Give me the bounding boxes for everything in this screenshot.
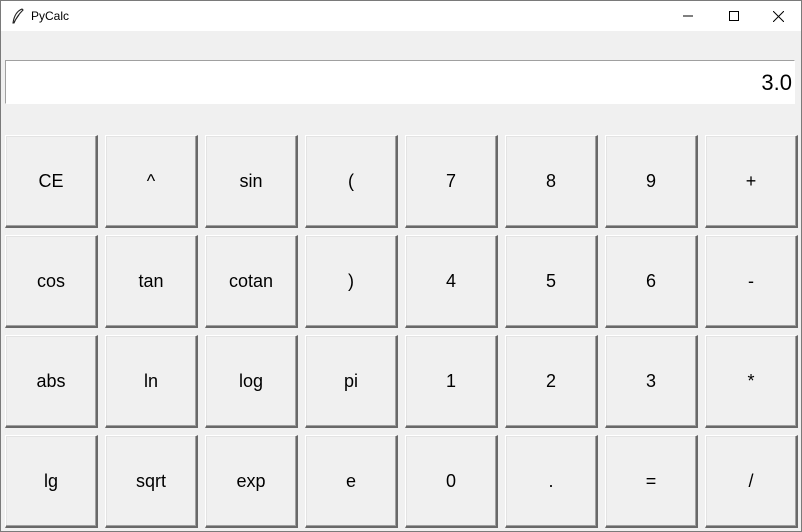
key-multiply-button[interactable]: * [705, 335, 798, 428]
feather-icon [12, 8, 24, 24]
key-close-paren-button[interactable]: ) [305, 235, 398, 328]
key-sqrt-button[interactable]: sqrt [105, 435, 198, 528]
key-plus-button[interactable]: + [705, 135, 798, 228]
key-6-button[interactable]: 6 [605, 235, 698, 328]
calculator-window: PyCalc 3.0 CE ^ sin(7 8 9 + cos tan cotan) 4 5 6- ab… [0, 0, 802, 532]
keypad: CE ^ sin(7 8 9 + cos tan cotan) 4 5 6- abs ln log pi 1 2 3… [5, 135, 801, 529]
close-icon [772, 10, 784, 22]
key-2-button[interactable]: 2 [505, 335, 598, 428]
key-minus-button[interactable]: - [705, 235, 798, 328]
key-equals-button[interactable]: = [605, 435, 698, 528]
display-value: 3.0 [761, 70, 792, 95]
key-1-button[interactable]: 1 [405, 335, 498, 428]
key-cos-button[interactable]: cos [5, 235, 98, 328]
key-exp-button[interactable]: exp [205, 435, 298, 528]
key-abs-button[interactable]: abs [5, 335, 98, 428]
key-e-button[interactable]: e [305, 435, 398, 528]
key-power-button[interactable]: ^ [105, 135, 198, 228]
key-log-button[interactable]: log [205, 335, 298, 428]
title-bar[interactable]: PyCalc [1, 1, 801, 31]
key-divide-button[interactable]: / [705, 435, 798, 528]
key-3-button[interactable]: 3 [605, 335, 698, 428]
key-tan-button[interactable]: tan [105, 235, 198, 328]
key-lg-button[interactable]: lg [5, 435, 98, 528]
key-pi-button[interactable]: pi [305, 335, 398, 428]
minimize-icon [683, 15, 693, 17]
close-button[interactable] [755, 1, 801, 31]
key-decimal-point-button[interactable]: . [505, 435, 598, 528]
maximize-icon [729, 11, 739, 21]
key-ln-button[interactable]: ln [105, 335, 198, 428]
window-title: PyCalc [31, 9, 70, 23]
key-5-button[interactable]: 5 [505, 235, 598, 328]
maximize-button[interactable] [711, 1, 757, 31]
key-4-button[interactable]: 4 [405, 235, 498, 328]
key-ce-button[interactable]: CE [5, 135, 98, 228]
key-sin-button[interactable]: sin [205, 135, 298, 228]
key-cotan-button[interactable]: cotan [205, 235, 298, 328]
key-open-paren-button[interactable]: ( [305, 135, 398, 228]
key-7-button[interactable]: 7 [405, 135, 498, 228]
key-0-button[interactable]: 0 [405, 435, 498, 528]
minimize-button[interactable] [665, 1, 711, 31]
result-display[interactable]: 3.0 [5, 60, 795, 104]
key-9-button[interactable]: 9 [605, 135, 698, 228]
key-8-button[interactable]: 8 [505, 135, 598, 228]
